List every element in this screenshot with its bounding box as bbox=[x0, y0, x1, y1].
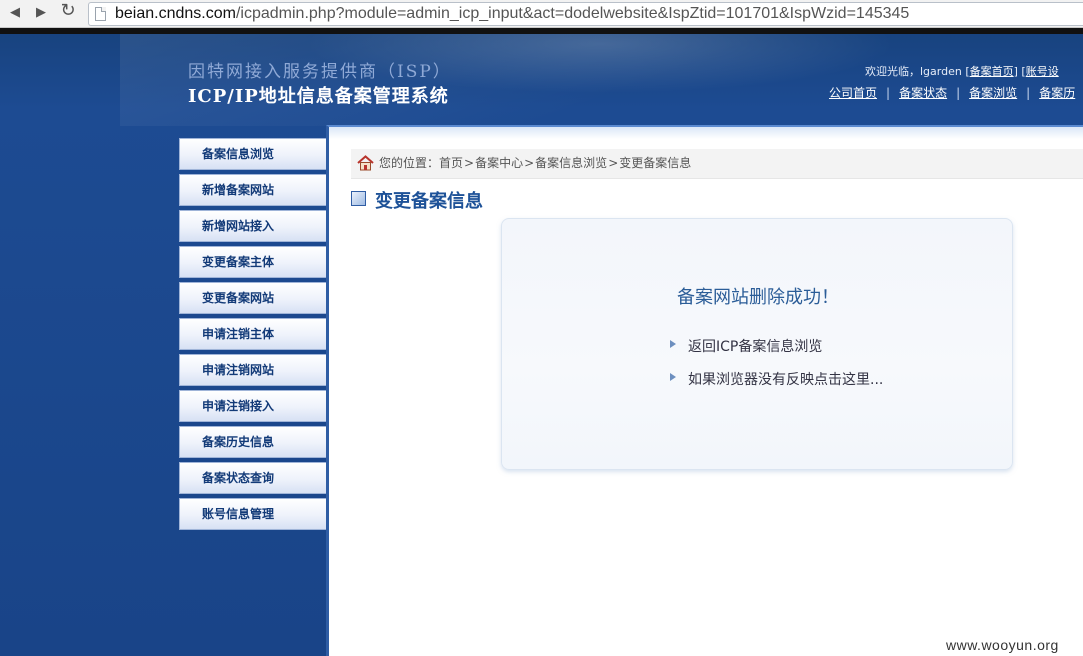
top-link-company-home[interactable]: 公司首页 bbox=[829, 86, 877, 100]
sidebar-item-cancel-access[interactable]: 申请注销接入 bbox=[179, 390, 326, 422]
breadcrumb-record-browse[interactable]: 备案信息浏览 bbox=[535, 156, 607, 170]
url-text[interactable]: beian.cndns.com/icpadmin.php?module=admi… bbox=[115, 5, 909, 23]
sidebar-item-browse[interactable]: 备案信息浏览 bbox=[179, 138, 326, 170]
account-settings-link[interactable]: 账号设 bbox=[1026, 65, 1059, 78]
sidebar-menu: 备案信息浏览 新增备案网站 新增网站接入 变更备案主体 变更备案网站 申请注销主… bbox=[179, 138, 326, 534]
main-content: 您的位置：首页>备案中心>备案信息浏览>变更备案信息 变更备案信息 备案网站删除… bbox=[326, 125, 1083, 656]
sidebar-item-cancel-website[interactable]: 申请注销网站 bbox=[179, 354, 326, 386]
welcome-text: 欢迎光临，lgarden [备案首页] [账号设 bbox=[865, 65, 1059, 78]
result-message-card: 备案网站删除成功！ 返回ICP备案信息浏览 如果浏览器没有反映点击这里... bbox=[501, 218, 1013, 470]
nav-separator: | bbox=[886, 86, 891, 100]
back-icon[interactable]: ◀ bbox=[6, 4, 24, 22]
sidebar-item-add-website[interactable]: 新增备案网站 bbox=[179, 174, 326, 206]
nav-separator: | bbox=[1026, 86, 1031, 100]
top-link-record-history[interactable]: 备案历 bbox=[1039, 86, 1075, 100]
browser-toolbar: ◀ ▶ ↻ beian.cndns.com/icpadmin.php?modul… bbox=[0, 0, 1083, 28]
return-browse-link[interactable]: 返回ICP备案信息浏览 bbox=[670, 336, 822, 356]
page-icon bbox=[95, 7, 106, 21]
top-nav: 公司首页 | 备案状态 | 备案浏览 | 备案历 bbox=[829, 84, 1075, 101]
top-link-record-browse[interactable]: 备案浏览 bbox=[969, 86, 1017, 100]
click-here-link[interactable]: 如果浏览器没有反映点击这里... bbox=[670, 369, 883, 389]
breadcrumb-prefix: 您的位置： bbox=[379, 156, 440, 170]
sidebar-item-cancel-entity[interactable]: 申请注销主体 bbox=[179, 318, 326, 350]
breadcrumb-record-center[interactable]: 备案中心 bbox=[475, 156, 523, 170]
top-link-record-status[interactable]: 备案状态 bbox=[899, 86, 947, 100]
nav-separator: | bbox=[956, 86, 961, 100]
watermark: www.wooyun.org bbox=[946, 637, 1059, 653]
sidebar-item-history[interactable]: 备案历史信息 bbox=[179, 426, 326, 458]
breadcrumb: 您的位置：首页>备案中心>备案信息浏览>变更备案信息 bbox=[351, 149, 1083, 179]
home-icon bbox=[357, 155, 374, 171]
system-title: ICP/IP地址信息备案管理系统 bbox=[188, 86, 449, 107]
breadcrumb-current: 变更备案信息 bbox=[619, 156, 692, 170]
reload-icon[interactable]: ↻ bbox=[59, 2, 77, 20]
section-title: 变更备案信息 bbox=[375, 191, 483, 212]
content-top-shade bbox=[329, 127, 1083, 139]
forward-icon[interactable]: ▶ bbox=[32, 4, 50, 22]
success-message: 备案网站删除成功！ bbox=[677, 287, 839, 308]
address-bar[interactable]: beian.cndns.com/icpadmin.php?module=admi… bbox=[88, 2, 1083, 26]
sidebar-item-change-entity[interactable]: 变更备案主体 bbox=[179, 246, 326, 278]
sidebar-item-change-website[interactable]: 变更备案网站 bbox=[179, 282, 326, 314]
arrow-right-icon bbox=[670, 340, 676, 348]
record-home-link[interactable]: 备案首页 bbox=[970, 65, 1014, 78]
sidebar-item-account[interactable]: 账号信息管理 bbox=[179, 498, 326, 530]
isp-subtitle: 因特网接入服务提供商（ISP） bbox=[188, 62, 452, 82]
arrow-right-icon bbox=[670, 373, 676, 381]
sidebar-item-add-access[interactable]: 新增网站接入 bbox=[179, 210, 326, 242]
sidebar-item-status-query[interactable]: 备案状态查询 bbox=[179, 462, 326, 494]
breadcrumb-home[interactable]: 首页 bbox=[439, 156, 463, 170]
section-title-icon bbox=[351, 191, 366, 206]
